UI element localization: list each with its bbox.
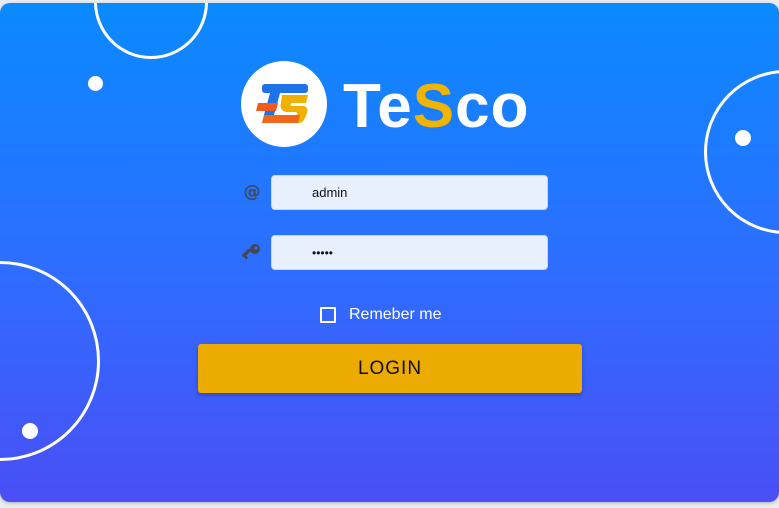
brand-name-part2: S [412, 72, 456, 141]
decorative-dot [88, 76, 103, 91]
key-icon [241, 241, 263, 263]
password-input[interactable] [271, 235, 548, 270]
decorative-ring-bottom-left [0, 261, 100, 461]
remember-checkbox[interactable] [320, 307, 336, 323]
decorative-dot [735, 130, 751, 146]
username-input[interactable] [271, 175, 548, 210]
at-icon: @ [243, 182, 261, 202]
remember-label[interactable]: Remeber me [349, 306, 441, 324]
decorative-ring-right [704, 70, 779, 234]
brand-name-part3: co [455, 72, 530, 141]
login-button[interactable]: LOGIN [198, 344, 582, 393]
brand-name: TeSco [343, 75, 529, 139]
brand-name-part1: Te [343, 72, 413, 141]
decorative-ring-top-left [94, 3, 208, 59]
logo [241, 61, 327, 147]
tesco-ts-logo-icon [256, 84, 308, 123]
decorative-dot [22, 423, 38, 439]
remember-me[interactable]: Remeber me [320, 304, 441, 326]
login-card: TeSco @ Remeber me LOGIN [0, 3, 779, 502]
